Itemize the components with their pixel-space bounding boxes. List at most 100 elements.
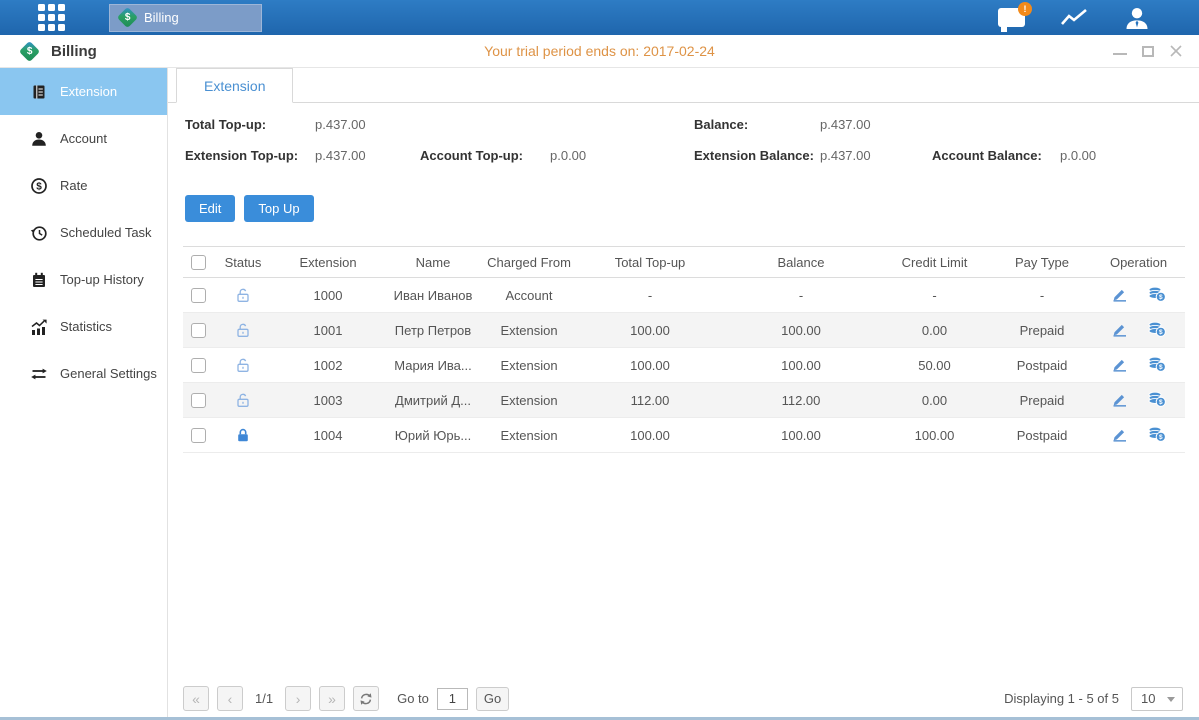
last-page-button[interactable]: » — [319, 686, 345, 711]
cell-charged-from: Extension — [483, 383, 575, 418]
resource-monitor-icon[interactable] — [1059, 7, 1089, 29]
extension-balance-value: p.437.00 — [820, 148, 871, 163]
sidebar-item-label: Account — [60, 131, 107, 146]
col-credit-limit: Credit Limit — [877, 247, 992, 278]
sidebar-item-topup-history[interactable]: Top-up History — [0, 256, 167, 303]
extension-topup-label: Extension Top-up: — [185, 148, 298, 163]
cell-total-topup: 112.00 — [575, 383, 725, 418]
first-page-button[interactable]: « — [183, 686, 209, 711]
table-row: 1002 Мария Ива... Extension 100.00 100.0… — [183, 348, 1185, 383]
cell-name: Петр Петров — [383, 313, 483, 348]
displaying-status: Displaying 1 - 5 of 5 — [1004, 691, 1119, 706]
cell-pay-type: Prepaid — [992, 383, 1092, 418]
balance-label: Balance: — [694, 117, 748, 132]
pagination-bar: « ‹ 1/1 › » Go to Go — [168, 686, 1199, 711]
page-size-select[interactable]: 10 — [1131, 687, 1183, 711]
prev-page-button[interactable]: ‹ — [217, 686, 243, 711]
taskbar-tab-billing[interactable]: $ Billing — [109, 4, 262, 32]
status-lock-icon — [235, 322, 251, 337]
svg-text:$: $ — [1159, 329, 1163, 336]
svg-text:$: $ — [1159, 434, 1163, 441]
select-all-checkbox[interactable] — [191, 255, 206, 270]
main-content: Extension Total Top-up: p.437.00 Balance… — [168, 68, 1199, 720]
edit-row-icon[interactable] — [1111, 356, 1128, 375]
maximize-button[interactable] — [1142, 46, 1154, 57]
edit-row-icon[interactable] — [1111, 391, 1128, 410]
billing-app-icon: $ — [117, 7, 138, 28]
tab-extension[interactable]: Extension — [176, 68, 293, 103]
status-lock-icon — [235, 427, 251, 442]
refresh-button[interactable] — [353, 686, 379, 711]
notifications-chat-icon[interactable]: ! — [998, 8, 1025, 27]
balance-summary: Total Top-up: p.437.00 Balance: p.437.00… — [185, 117, 1199, 179]
sidebar-item-rate[interactable]: $ Rate — [0, 162, 167, 209]
cell-total-topup: 100.00 — [575, 348, 725, 383]
cell-credit-limit: 100.00 — [877, 418, 992, 453]
cell-balance: 112.00 — [725, 383, 877, 418]
sidebar-item-label: Statistics — [60, 319, 112, 334]
go-button[interactable]: Go — [476, 687, 509, 711]
page-size-value: 10 — [1141, 691, 1155, 706]
row-checkbox[interactable] — [191, 288, 206, 303]
user-account-icon[interactable] — [1123, 6, 1151, 30]
top-up-button[interactable]: Top Up — [244, 195, 313, 222]
row-checkbox[interactable] — [191, 358, 206, 373]
edit-row-icon[interactable] — [1111, 426, 1128, 445]
edit-row-icon[interactable] — [1111, 321, 1128, 340]
goto-page-input[interactable] — [437, 688, 468, 710]
sidebar-item-extension[interactable]: Extension — [0, 68, 167, 115]
next-page-button[interactable]: › — [285, 686, 311, 711]
cell-credit-limit: - — [877, 278, 992, 313]
notification-badge: ! — [1018, 2, 1032, 16]
table-header-row: Status Extension Name Charged From Total… — [183, 247, 1185, 278]
trial-period-message: Your trial period ends on: 2017-02-24 — [484, 43, 715, 59]
svg-text:$: $ — [1159, 364, 1163, 371]
topup-row-icon[interactable]: $ — [1147, 286, 1166, 305]
cell-balance: 100.00 — [725, 348, 877, 383]
total-topup-value: p.437.00 — [315, 117, 366, 132]
cell-total-topup: 100.00 — [575, 418, 725, 453]
edit-button[interactable]: Edit — [185, 195, 235, 222]
status-lock-icon — [235, 357, 251, 372]
topup-row-icon[interactable]: $ — [1147, 321, 1166, 340]
sidebar-item-label: Extension — [60, 84, 117, 99]
taskbar-tab-label: Billing — [144, 10, 179, 25]
sidebar-item-scheduled-task[interactable]: Scheduled Task — [0, 209, 167, 256]
topup-row-icon[interactable]: $ — [1147, 356, 1166, 375]
sidebar-item-statistics[interactable]: Statistics — [0, 303, 167, 350]
minimize-button[interactable] — [1113, 53, 1127, 55]
toolbar: Edit Top Up — [185, 195, 1199, 222]
billing-app-window: $ Billing ! $ Billing Your trial period … — [0, 0, 1199, 720]
sidebar-item-account[interactable]: Account — [0, 115, 167, 162]
app-menu-grid-icon[interactable] — [38, 4, 65, 31]
goto-label: Go to — [397, 691, 429, 706]
sidebar-item-label: Scheduled Task — [60, 225, 152, 240]
row-checkbox[interactable] — [191, 323, 206, 338]
row-checkbox[interactable] — [191, 393, 206, 408]
topup-row-icon[interactable]: $ — [1147, 391, 1166, 410]
cell-pay-type: - — [992, 278, 1092, 313]
account-balance-label: Account Balance: — [932, 148, 1042, 163]
extension-table-body: 1000 Иван Иванов Account - - - - $ — [183, 278, 1185, 453]
close-button[interactable] — [1169, 44, 1183, 58]
cell-extension: 1002 — [273, 348, 383, 383]
total-topup-label: Total Top-up: — [185, 117, 266, 132]
topup-row-icon[interactable]: $ — [1147, 426, 1166, 445]
edit-row-icon[interactable] — [1111, 286, 1128, 305]
cell-pay-type: Prepaid — [992, 313, 1092, 348]
extension-table: Status Extension Name Charged From Total… — [183, 246, 1185, 453]
cell-total-topup: 100.00 — [575, 313, 725, 348]
col-extension: Extension — [273, 247, 383, 278]
cell-name: Юрий Юрь... — [383, 418, 483, 453]
account-topup-label: Account Top-up: — [420, 148, 523, 163]
sidebar: Extension Account $ Rate — [0, 68, 168, 720]
extension-balance-label: Extension Balance: — [694, 148, 814, 163]
billing-logo-icon: $ — [19, 40, 40, 61]
row-checkbox[interactable] — [191, 428, 206, 443]
account-topup-value: p.0.00 — [550, 148, 586, 163]
sidebar-item-label: General Settings — [60, 366, 157, 381]
cell-pay-type: Postpaid — [992, 418, 1092, 453]
sidebar-item-general-settings[interactable]: General Settings — [0, 350, 167, 397]
sidebar-item-label: Top-up History — [60, 272, 144, 287]
cell-extension: 1004 — [273, 418, 383, 453]
